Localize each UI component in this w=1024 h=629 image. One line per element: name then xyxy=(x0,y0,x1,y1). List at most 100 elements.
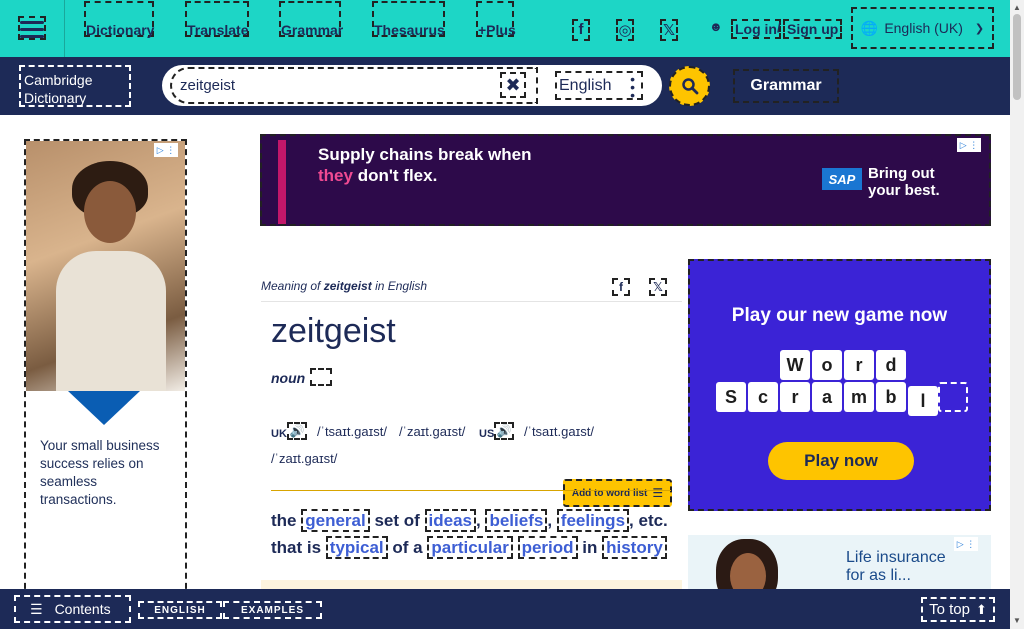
definition-link-beliefs[interactable]: beliefs xyxy=(485,509,548,532)
grammar-info-icon[interactable] xyxy=(310,368,332,386)
bottom-bar: ☰ Contents ENGLISH EXAMPLES To top ⬆ xyxy=(0,589,1010,629)
facebook-icon[interactable]: f xyxy=(572,19,590,41)
clear-icon[interactable]: ✖ xyxy=(500,72,526,98)
letter-tile: r xyxy=(780,382,810,412)
meaning-word: zeitgeist xyxy=(323,279,372,293)
adchoices-icon[interactable]: ▷ ⋮ xyxy=(954,537,978,551)
tab-examples[interactable]: EXAMPLES xyxy=(223,601,322,619)
definition-text: etc. xyxy=(638,511,668,530)
definition-link-ideas[interactable]: ideas xyxy=(424,509,477,532)
uk-ipa-1: /ˈtsaɪt.ɡaɪst/ xyxy=(317,424,387,439)
language-label: English (UK) xyxy=(884,20,963,36)
cambridge-logo[interactable]: Cambridge Dictionary xyxy=(19,65,131,107)
nav-dictionary[interactable]: Dictionary xyxy=(84,1,154,38)
scrollbar[interactable]: ▲ ▼ xyxy=(1010,0,1024,629)
definition-link-particular[interactable]: particular xyxy=(427,536,513,559)
menu-icon[interactable] xyxy=(18,16,46,40)
headword: zeitgeist xyxy=(271,312,396,350)
definition-text: of a xyxy=(392,538,423,557)
chevron-down-icon: ❯ xyxy=(974,22,985,35)
scrollbar-thumb[interactable] xyxy=(1013,14,1021,100)
to-top-button[interactable]: To top ⬆ xyxy=(921,597,995,622)
nav-plus[interactable]: +Plus xyxy=(476,1,516,38)
ad-headline-line2: don't flex. xyxy=(357,166,438,185)
arrow-up-icon: ⬆ xyxy=(975,601,987,617)
x-icon[interactable]: 𝕏 xyxy=(660,19,678,41)
language-selector[interactable]: 🌐 English (UK) ❯ xyxy=(851,7,994,49)
us-audio-icon[interactable]: 🔊 xyxy=(494,422,514,440)
uk-ipa-2: /ˈzaɪt.ɡaɪst/ xyxy=(399,424,466,439)
uk-label-text: UK xyxy=(271,428,287,440)
search-icon xyxy=(681,78,698,95)
letter-tile: o xyxy=(812,350,842,380)
us-ipa-2: /ˈzaɪt.ɡaɪst/ xyxy=(271,451,338,466)
definition-text: the xyxy=(271,511,297,530)
user-icon[interactable]: ☻ xyxy=(709,19,723,34)
add-to-word-list-button[interactable]: Add to word list ☰ xyxy=(563,479,672,507)
ad-tagline-line1: Bring out xyxy=(868,165,935,182)
ad-life-line1: Life insurance xyxy=(846,549,946,566)
part-of-speech: noun xyxy=(271,370,306,386)
contents-button[interactable]: ☰ Contents xyxy=(14,595,131,623)
ad-life-insurance[interactable]: ▷ ⋮ Life insurance for as li... xyxy=(688,535,991,595)
more-options-icon: • • • xyxy=(630,71,635,103)
share-x-icon[interactable]: 𝕏 xyxy=(649,278,667,296)
definition-link-typical[interactable]: typical xyxy=(325,536,388,559)
ad-photo xyxy=(26,141,185,391)
letter-tile: c xyxy=(748,382,778,412)
dictionary-select[interactable]: English • • • xyxy=(555,71,643,103)
definition: the general set of ideas, beliefs, feeli… xyxy=(271,509,668,559)
ad-life-line2: for as li... xyxy=(846,567,911,584)
search-input[interactable] xyxy=(170,67,538,104)
tab-english[interactable]: ENGLISH xyxy=(138,601,222,619)
play-now-button[interactable]: Play now xyxy=(768,442,914,480)
adchoices-icon[interactable]: ▷ ⋮ xyxy=(154,143,178,157)
meaning-suffix: in English xyxy=(371,279,428,293)
definition-divider xyxy=(271,490,671,491)
ad-arrow-shape xyxy=(68,391,140,425)
letter-tile: W xyxy=(780,350,810,380)
definition-link-period[interactable]: period xyxy=(517,536,578,559)
ad-life-text: Life insurance for as li... xyxy=(846,549,946,585)
contents-label: Contents xyxy=(54,601,111,617)
scroll-down-icon[interactable]: ▼ xyxy=(1013,616,1021,625)
search-box: ✖ English ••• xyxy=(162,65,662,106)
ad-game-title: Play our new game now xyxy=(731,305,948,326)
nav-thesaurus[interactable]: Thesaurus xyxy=(372,1,445,38)
login-link[interactable]: Log in xyxy=(731,19,781,39)
letter-tile: m xyxy=(844,382,874,412)
instagram-icon[interactable]: ◎ xyxy=(616,19,634,41)
uk-audio-icon[interactable]: 🔊 xyxy=(287,422,307,440)
to-top-label: To top xyxy=(929,601,970,618)
ad-left[interactable]: ▷ ⋮ Your small business success relies o… xyxy=(24,139,187,609)
letter-tile: d xyxy=(876,350,906,380)
signup-link[interactable]: Sign up xyxy=(783,19,843,39)
us-ipa-1: /ˈtsaɪt.ɡaɪst/ xyxy=(524,424,594,439)
ad-headline-line1: Supply chains break when xyxy=(318,145,532,164)
definition-text: that is xyxy=(271,538,322,557)
definition-link-history[interactable]: history xyxy=(602,536,667,559)
definition-text: in xyxy=(582,538,598,557)
letter-tile: l xyxy=(908,386,938,416)
globe-icon: 🌐 xyxy=(860,19,879,36)
nav-grammar[interactable]: Grammar xyxy=(279,1,343,38)
scroll-up-icon[interactable]: ▲ xyxy=(1013,3,1021,12)
nav-translate[interactable]: Translate xyxy=(185,1,249,38)
letter-tile: b xyxy=(876,382,906,412)
search-button[interactable] xyxy=(669,66,710,106)
top-bar: Dictionary Translate Grammar Thesaurus +… xyxy=(0,0,1010,57)
letter-tile: a xyxy=(812,382,842,412)
grammar-button[interactable]: Grammar xyxy=(733,69,839,103)
adchoices-icon[interactable]: ▷ ⋮ xyxy=(957,138,981,152)
letter-tile: S xyxy=(716,382,746,412)
share-facebook-icon[interactable]: f xyxy=(612,278,630,296)
definition-link-feelings[interactable]: feelings xyxy=(556,509,630,532)
sap-logo: SAP xyxy=(822,168,862,190)
ad-banner-top[interactable]: Supply chains break when they don't flex… xyxy=(260,134,991,226)
definition-link-general[interactable]: general xyxy=(301,509,370,532)
divider xyxy=(64,0,65,57)
us-label: US xyxy=(479,425,494,440)
list-icon: ☰ xyxy=(652,486,664,500)
definition-text: set of xyxy=(374,511,420,530)
ad-word-scramble[interactable]: Play our new game now W o r d S c r a m … xyxy=(688,259,991,511)
